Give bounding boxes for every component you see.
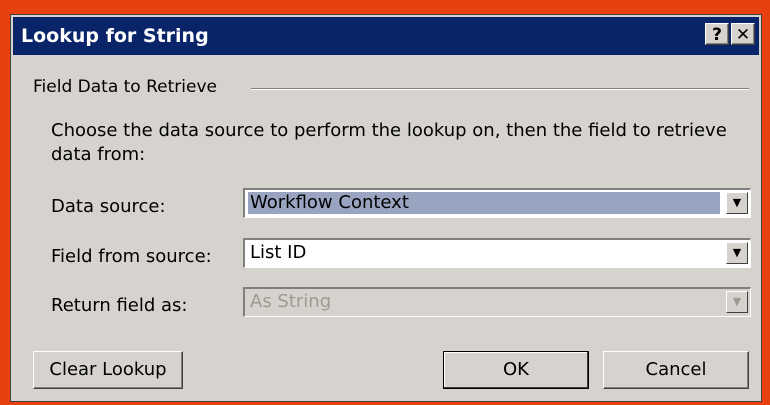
instructions-text: Choose the data source to perform the lo… <box>51 120 727 165</box>
return-field-as-label: Return field as: <box>51 295 188 316</box>
chevron-down-icon[interactable]: ▼ <box>726 192 748 214</box>
dialog-title: Lookup for String <box>21 25 209 47</box>
group-divider <box>251 88 749 90</box>
ok-button[interactable]: OK <box>443 351 589 389</box>
return-field-as-value: As String <box>250 291 332 312</box>
clear-lookup-button[interactable]: Clear Lookup <box>33 351 183 389</box>
data-source-label: Data source: <box>51 196 166 217</box>
data-source-dropdown[interactable]: Workflow Context ▼ <box>243 188 751 218</box>
close-button[interactable]: ✕ <box>731 23 755 45</box>
return-field-as-dropdown: As String ▼ <box>243 287 751 317</box>
cancel-button[interactable]: Cancel <box>603 351 749 389</box>
data-source-value: Workflow Context <box>248 192 720 214</box>
lookup-dialog: Lookup for String ? ✕ Field Data to Retr… <box>10 14 762 402</box>
help-button[interactable]: ? <box>705 23 729 45</box>
chevron-down-icon[interactable]: ▼ <box>726 242 748 264</box>
title-bar[interactable]: Lookup for String ? ✕ <box>13 17 759 55</box>
chevron-down-icon: ▼ <box>726 291 748 313</box>
field-from-source-value: List ID <box>250 242 307 263</box>
field-from-source-dropdown[interactable]: List ID ▼ <box>243 238 751 268</box>
field-from-source-label: Field from source: <box>51 246 212 267</box>
group-label: Field Data to Retrieve <box>33 77 217 97</box>
